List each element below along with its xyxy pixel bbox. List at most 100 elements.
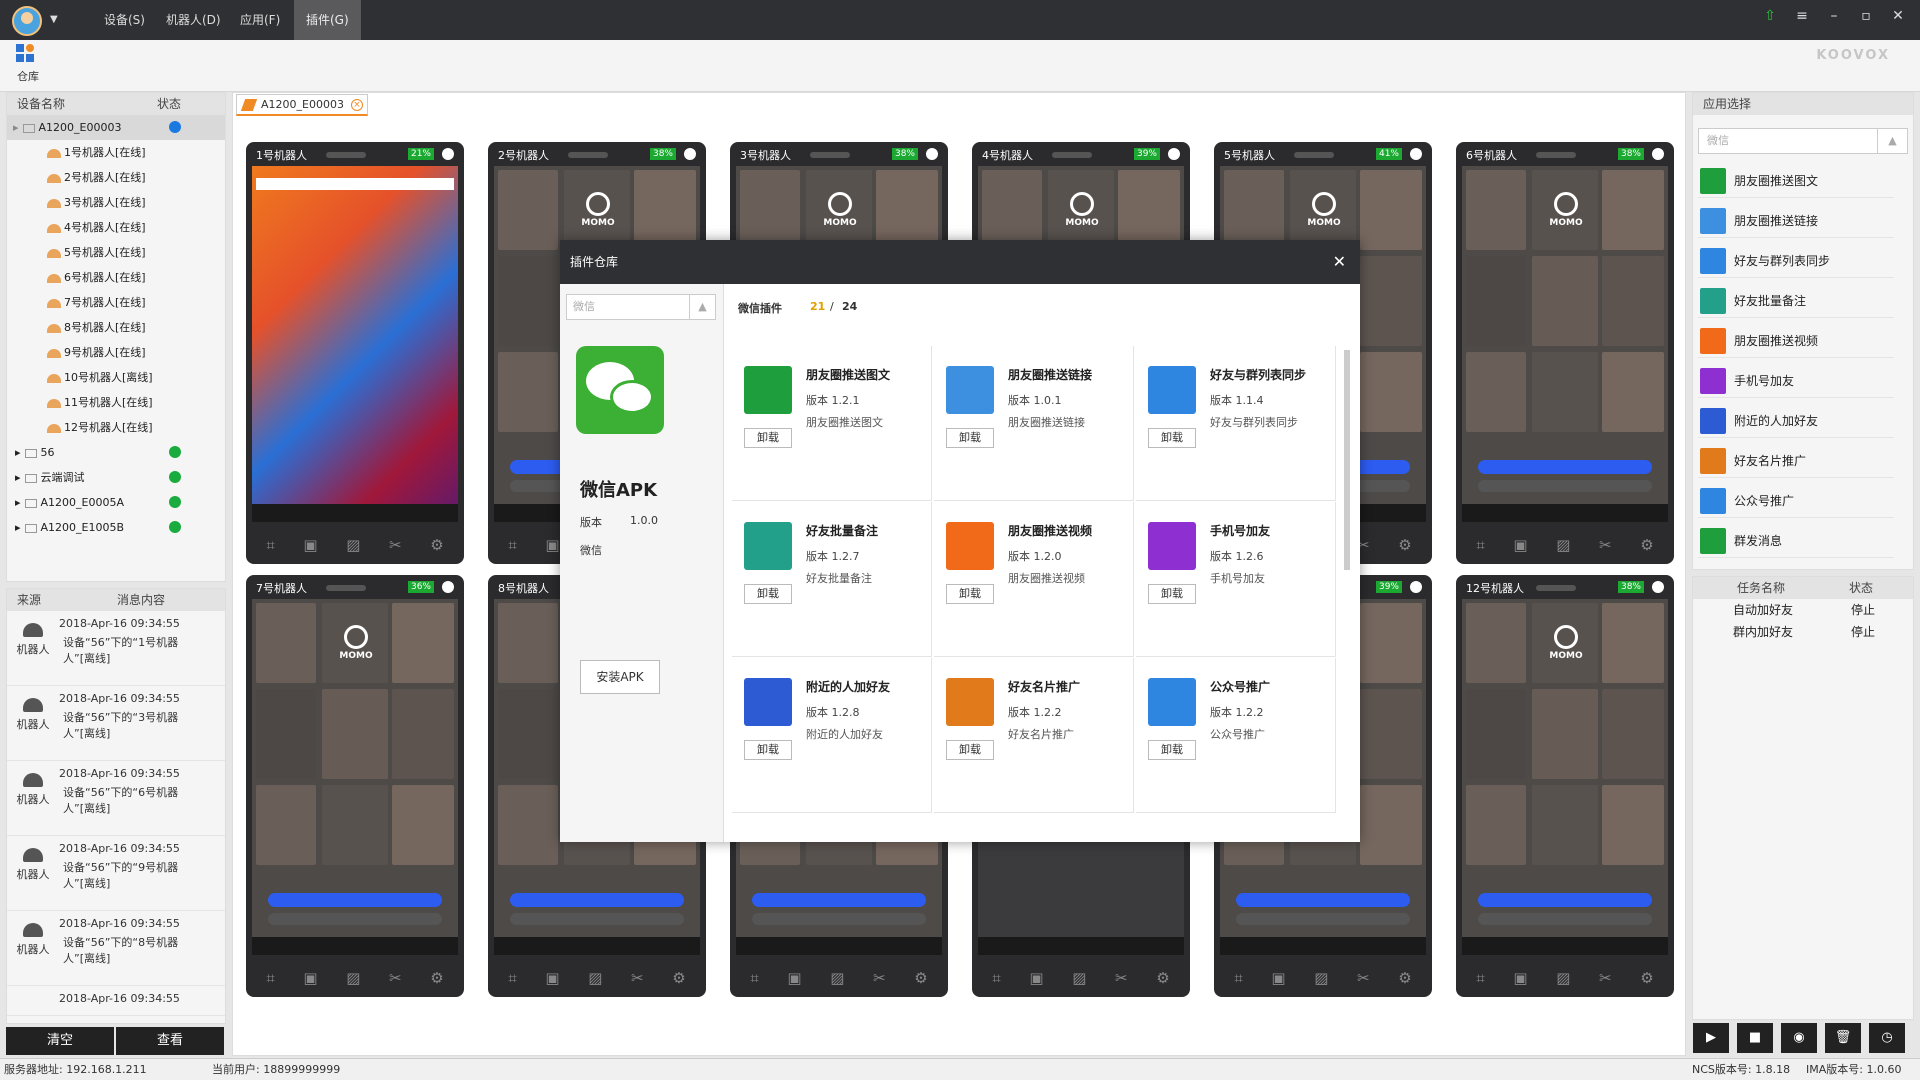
robot-item[interactable]: 11号机器人[在线] bbox=[7, 390, 225, 415]
crop-icon[interactable]: ⌗ bbox=[750, 969, 758, 987]
robot-item[interactable]: 5号机器人[在线] bbox=[7, 240, 225, 265]
app-item[interactable]: 好友名片推广 bbox=[1698, 444, 1894, 478]
task-row[interactable]: 自动加好友 停止 bbox=[1693, 599, 1913, 621]
login-button[interactable] bbox=[1236, 893, 1410, 907]
plugin-card[interactable]: 朋友圈推送图文 版本 1.2.1 朋友圈推送图文 卸载 bbox=[732, 346, 932, 501]
image-icon[interactable]: ▨ bbox=[1556, 969, 1570, 987]
phone-screen[interactable]: MOMO bbox=[1462, 166, 1668, 522]
settings-icon[interactable]: ⚙ bbox=[1156, 969, 1169, 987]
settings-icon[interactable]: ⚙ bbox=[1640, 536, 1653, 554]
device-group[interactable]: ▸ A1200_E0005A bbox=[7, 490, 225, 515]
app-item[interactable]: 朋友圈推送链接 bbox=[1698, 204, 1894, 238]
crop-icon[interactable]: ⌗ bbox=[1234, 969, 1242, 987]
robot-item[interactable]: 6号机器人[在线] bbox=[7, 265, 225, 290]
crop-icon[interactable]: ⌗ bbox=[266, 969, 274, 987]
image-icon[interactable]: ▨ bbox=[1314, 969, 1328, 987]
plugin-card[interactable]: 朋友圈推送视频 版本 1.2.0 朋友圈推送视频 卸载 bbox=[934, 502, 1134, 657]
settings-icon[interactable]: ⚙ bbox=[914, 969, 927, 987]
screenshot-icon[interactable]: ▣ bbox=[1513, 536, 1527, 554]
tools-icon[interactable]: ✂ bbox=[389, 969, 402, 987]
tools-icon[interactable]: ✂ bbox=[873, 969, 886, 987]
menu-plugin[interactable]: 插件(G) bbox=[294, 0, 361, 40]
settings-icon[interactable]: ⚙ bbox=[1398, 536, 1411, 554]
crop-icon[interactable]: ⌗ bbox=[266, 536, 274, 554]
robot-item[interactable]: 3号机器人[在线] bbox=[7, 190, 225, 215]
screenshot-icon[interactable]: ▣ bbox=[787, 969, 801, 987]
image-icon[interactable]: ▨ bbox=[1072, 969, 1086, 987]
maximize-icon[interactable]: ▫ bbox=[1858, 8, 1874, 24]
plugin-card[interactable]: 附近的人加好友 版本 1.2.8 附近的人加好友 卸载 bbox=[732, 658, 932, 813]
screenshot-icon[interactable]: ▣ bbox=[545, 536, 559, 554]
app-item[interactable]: 群发消息 bbox=[1698, 524, 1894, 558]
warehouse-button[interactable]: 仓库 bbox=[12, 44, 44, 84]
crop-icon[interactable]: ⌗ bbox=[1476, 536, 1484, 554]
close-icon[interactable]: ✕ bbox=[1890, 8, 1906, 24]
image-icon[interactable]: ▨ bbox=[588, 969, 602, 987]
app-select[interactable]: 微信 ▲ bbox=[1698, 128, 1908, 154]
settings-icon[interactable]: ⚙ bbox=[1640, 969, 1653, 987]
upload-icon[interactable]: ⇧ bbox=[1762, 8, 1778, 24]
trash-button[interactable]: 🗑 bbox=[1825, 1023, 1861, 1053]
play-button[interactable]: ▶ bbox=[1693, 1023, 1729, 1053]
screenshot-icon[interactable]: ▣ bbox=[1513, 969, 1527, 987]
robot-item[interactable]: 8号机器人[在线] bbox=[7, 315, 225, 340]
image-icon[interactable]: ▨ bbox=[346, 536, 360, 554]
screenshot-icon[interactable]: ▣ bbox=[303, 536, 317, 554]
plugin-card[interactable]: 手机号加友 版本 1.2.6 手机号加友 卸载 bbox=[1136, 502, 1336, 657]
screenshot-icon[interactable]: ▣ bbox=[1029, 969, 1043, 987]
clock-button[interactable]: ◷ bbox=[1869, 1023, 1905, 1053]
plugin-card[interactable]: 好友名片推广 版本 1.2.2 好友名片推广 卸载 bbox=[934, 658, 1134, 813]
phone-card[interactable]: 1号机器人 21% ⌗ ▣ ▨ ✂ ⚙ bbox=[246, 142, 464, 564]
eye-button[interactable]: ◉ bbox=[1781, 1023, 1817, 1053]
uninstall-button[interactable]: 卸载 bbox=[744, 584, 792, 604]
user-avatar[interactable] bbox=[12, 6, 42, 36]
register-button[interactable] bbox=[752, 913, 926, 925]
robot-item[interactable]: 10号机器人[离线] bbox=[7, 365, 225, 390]
menu-robot[interactable]: 机器人(D) bbox=[154, 0, 233, 40]
login-button[interactable] bbox=[268, 893, 442, 907]
robot-item[interactable]: 9号机器人[在线] bbox=[7, 340, 225, 365]
uninstall-button[interactable]: 卸载 bbox=[744, 428, 792, 448]
view-button[interactable]: 查看 bbox=[116, 1027, 224, 1055]
close-tab-icon[interactable]: × bbox=[351, 99, 363, 111]
crop-icon[interactable]: ⌗ bbox=[1476, 969, 1484, 987]
plugin-card[interactable]: 朋友圈推送链接 版本 1.0.1 朋友圈推送链接 卸载 bbox=[934, 346, 1134, 501]
screenshot-icon[interactable]: ▣ bbox=[545, 969, 559, 987]
crop-icon[interactable]: ⌗ bbox=[992, 969, 1000, 987]
uninstall-button[interactable]: 卸载 bbox=[1148, 428, 1196, 448]
screenshot-icon[interactable]: ▣ bbox=[1271, 969, 1285, 987]
phone-card[interactable]: 6号机器人 38% MOMO ⌗ ▣ ▨ ✂ ⚙ bbox=[1456, 142, 1674, 564]
uninstall-button[interactable]: 卸载 bbox=[946, 584, 994, 604]
phone-card[interactable]: 12号机器人 38% MOMO ⌗ ▣ ▨ ✂ ⚙ bbox=[1456, 575, 1674, 997]
image-icon[interactable]: ▨ bbox=[346, 969, 360, 987]
minimize-icon[interactable]: – bbox=[1826, 8, 1842, 24]
settings-icon[interactable]: ⚙ bbox=[430, 969, 443, 987]
app-item[interactable]: 朋友圈推送图文 bbox=[1698, 164, 1894, 198]
plugin-card[interactable]: 好友批量备注 版本 1.2.7 好友批量备注 卸载 bbox=[732, 502, 932, 657]
phone-card[interactable]: 7号机器人 36% MOMO ⌗ ▣ ▨ ✂ ⚙ bbox=[246, 575, 464, 997]
app-item[interactable]: 朋友圈推送视频 bbox=[1698, 324, 1894, 358]
app-item[interactable]: 公众号推广 bbox=[1698, 484, 1894, 518]
phone-screen[interactable]: MOMO bbox=[252, 599, 458, 955]
tools-icon[interactable]: ✂ bbox=[1599, 969, 1612, 987]
phone-screen[interactable]: MOMO bbox=[1462, 599, 1668, 955]
register-button[interactable] bbox=[268, 913, 442, 925]
device-group[interactable]: ▸ 56 bbox=[7, 440, 225, 465]
tools-icon[interactable]: ✂ bbox=[1599, 536, 1612, 554]
image-icon[interactable]: ▨ bbox=[830, 969, 844, 987]
app-item[interactable]: 手机号加友 bbox=[1698, 364, 1894, 398]
menu-device[interactable]: 设备(S) bbox=[92, 0, 157, 40]
menu-app[interactable]: 应用(F) bbox=[228, 0, 292, 40]
uninstall-button[interactable]: 卸载 bbox=[946, 740, 994, 760]
device-group[interactable]: ▸ 云端调试 bbox=[7, 465, 225, 490]
plugin-card[interactable]: 好友与群列表同步 版本 1.1.4 好友与群列表同步 卸载 bbox=[1136, 346, 1336, 501]
app-item[interactable]: 好友批量备注 bbox=[1698, 284, 1894, 318]
settings-icon[interactable]: ⚙ bbox=[672, 969, 685, 987]
clear-button[interactable]: 清空 bbox=[6, 1027, 114, 1055]
tools-icon[interactable]: ✂ bbox=[631, 969, 644, 987]
close-icon[interactable]: ✕ bbox=[1333, 240, 1346, 284]
phone-screen[interactable] bbox=[252, 166, 458, 522]
crop-icon[interactable]: ⌗ bbox=[508, 969, 516, 987]
register-button[interactable] bbox=[1478, 480, 1652, 492]
image-icon[interactable]: ▨ bbox=[1556, 536, 1570, 554]
